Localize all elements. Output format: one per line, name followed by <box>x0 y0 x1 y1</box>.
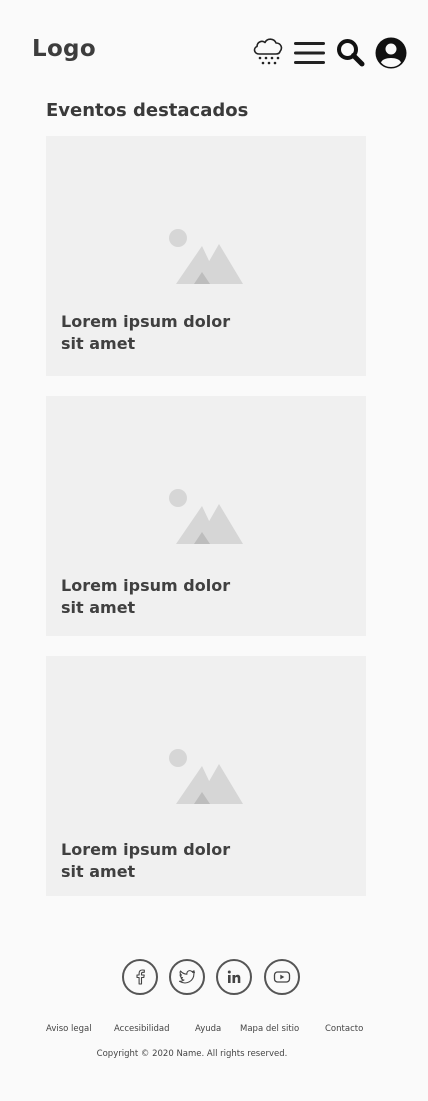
facebook-icon[interactable] <box>122 959 158 995</box>
user-account-icon[interactable] <box>375 37 407 69</box>
menu-icon[interactable] <box>293 38 326 68</box>
footer-link-mapa-del-sitio[interactable]: Mapa del sitio <box>240 1024 299 1034</box>
copyright: Copyright © 2020 Name. All rights reserv… <box>96 1049 288 1059</box>
image-placeholder-icon <box>169 489 243 544</box>
linkedin-icon[interactable] <box>216 959 252 995</box>
footer-link-ayuda[interactable]: Ayuda <box>195 1024 221 1034</box>
footer-link-accesibilidad[interactable]: Accesibilidad <box>114 1024 170 1034</box>
event-card[interactable]: Lorem ipsum dolor sit amet <box>46 136 366 376</box>
search-icon[interactable] <box>336 38 365 67</box>
weather-snow-icon[interactable] <box>251 34 285 68</box>
event-card[interactable]: Lorem ipsum dolor sit amet <box>46 396 366 636</box>
card-title: Lorem ipsum dolor sit amet <box>61 840 231 881</box>
footer-link-contacto[interactable]: Contacto <box>325 1024 363 1034</box>
image-placeholder-icon <box>169 749 243 804</box>
card-title: Lorem ipsum dolor sit amet <box>61 576 231 617</box>
image-placeholder-icon <box>169 229 243 284</box>
twitter-icon[interactable] <box>169 959 205 995</box>
event-card[interactable]: Lorem ipsum dolor sit amet <box>46 656 366 896</box>
site-header: Logo <box>0 0 428 100</box>
section-title: Eventos destacados <box>46 100 249 121</box>
logo[interactable]: Logo <box>32 36 96 62</box>
youtube-icon[interactable] <box>264 959 300 995</box>
card-title: Lorem ipsum dolor sit amet <box>61 312 231 353</box>
footer-link-aviso-legal[interactable]: Aviso legal <box>46 1024 92 1034</box>
